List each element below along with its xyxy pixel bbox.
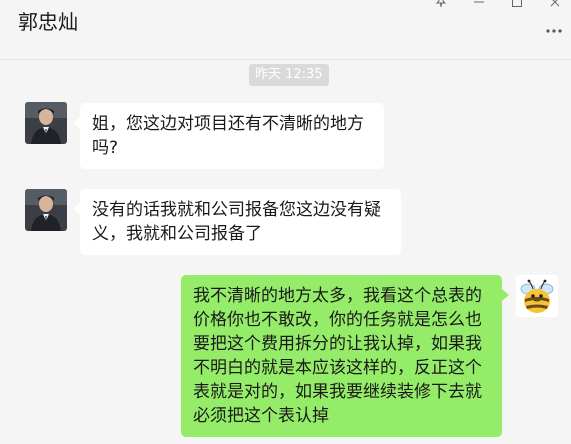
- message-bubble-contact[interactable]: 没有的话我就和公司报备您这边没有疑义，我就和公司报备了: [73, 189, 401, 255]
- contact-avatar[interactable]: [25, 102, 67, 144]
- message-bubble-self[interactable]: 我不清晰的地方太多，我看这个总表的价格你也不敢改，你的任务就是怎么也要把这个费用…: [181, 275, 509, 437]
- message-text: 没有的话我就和公司报备您这边没有疑义，我就和公司报备了: [92, 200, 381, 244]
- contact-avatar[interactable]: [25, 189, 67, 231]
- window-controls: [431, 0, 565, 8]
- message-text: 姐，您这边对项目还有不清晰的地方吗?: [92, 114, 364, 158]
- self-avatar-bee-icon[interactable]: [516, 275, 558, 317]
- pin-icon[interactable]: [431, 0, 451, 8]
- maximize-icon[interactable]: [507, 0, 527, 8]
- more-options-icon[interactable]: [545, 18, 563, 39]
- message-text: 我不清晰的地方太多，我看这个总表的价格你也不敢改，你的任务就是怎么也要把这个费用…: [193, 286, 482, 426]
- message-bubble-contact[interactable]: 姐，您这边对项目还有不清晰的地方吗?: [73, 103, 384, 169]
- close-icon[interactable]: [545, 0, 565, 8]
- chat-title: 郭忠灿: [18, 10, 78, 34]
- message-timestamp: 昨天 12:35: [249, 64, 329, 86]
- minimize-icon[interactable]: [469, 0, 489, 8]
- chat-header: 郭忠灿: [0, 0, 571, 60]
